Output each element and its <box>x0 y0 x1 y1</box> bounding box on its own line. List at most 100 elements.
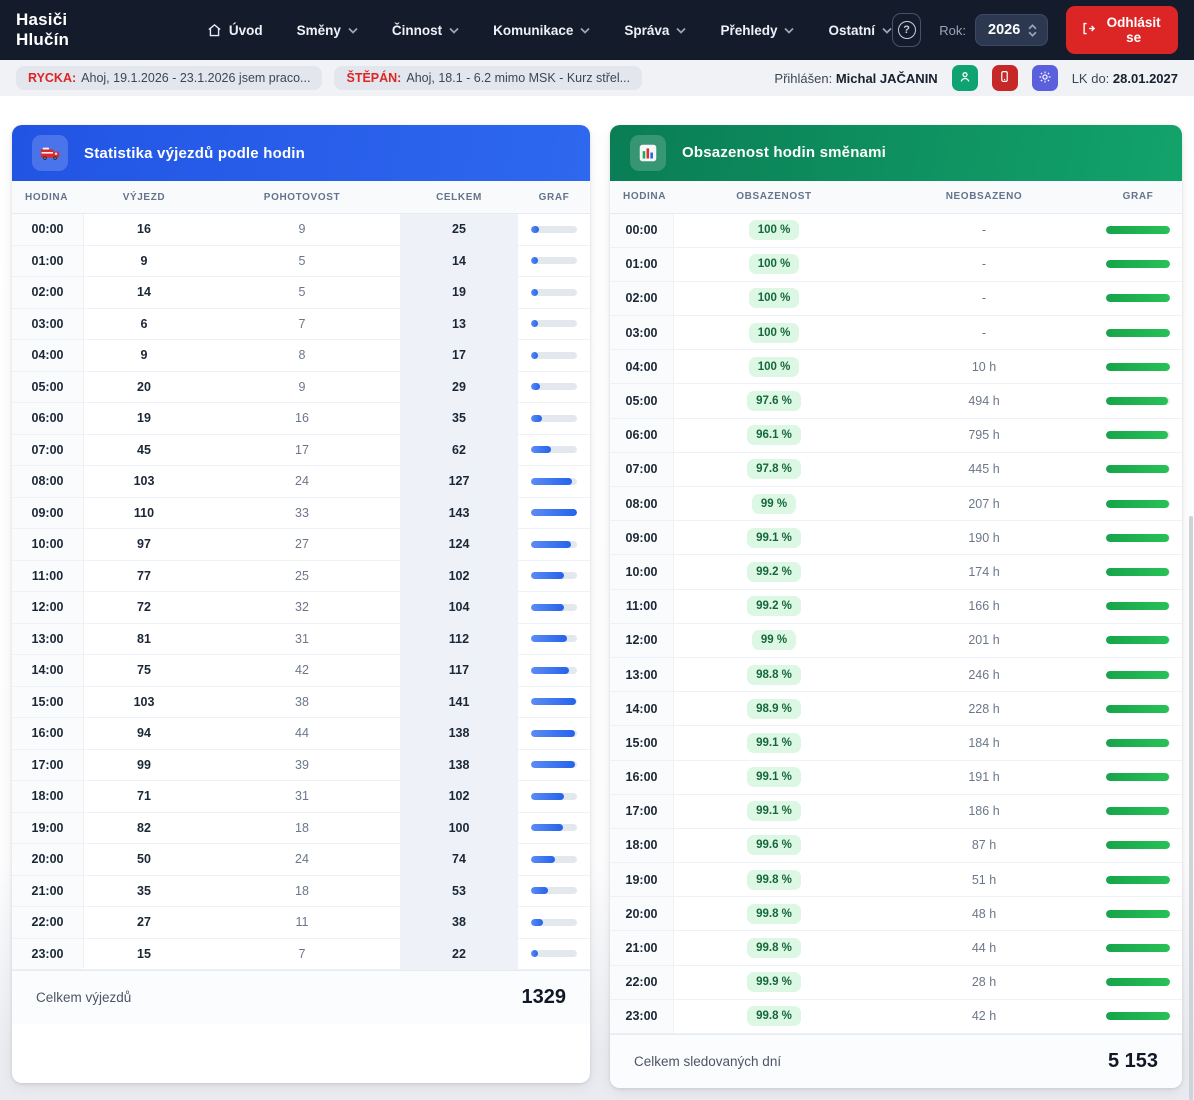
celkem-cell: 112 <box>400 624 518 655</box>
table-row: 17:0099.1 %186 h <box>610 795 1182 829</box>
nav-item-komunikace[interactable]: Komunikace <box>493 23 590 38</box>
progress-fill <box>1106 329 1170 337</box>
nav-item-uvod[interactable]: Úvod <box>207 23 263 38</box>
pohotovost-cell: 44 <box>204 726 400 740</box>
obsazenost-cell: 99.1 % <box>674 801 874 821</box>
progress-fill <box>531 667 569 674</box>
table-row: 13:008131112 <box>12 624 590 656</box>
pohotovost-cell: 16 <box>204 411 400 425</box>
hour-cell: 03:00 <box>610 316 674 349</box>
table-row: 11:007725102 <box>12 561 590 593</box>
graf-cell <box>1094 248 1182 281</box>
progress-track <box>531 509 577 516</box>
progress-track <box>1106 534 1170 542</box>
percentage-badge: 100 % <box>749 220 800 240</box>
chevron-down-icon <box>348 27 358 34</box>
nav-item-cinnost[interactable]: Činnost <box>392 23 459 38</box>
neobsazeno-cell: 795 h <box>874 428 1094 442</box>
graf-cell <box>518 687 590 718</box>
graf-cell <box>518 939 590 970</box>
graf-cell <box>518 340 590 371</box>
nav-item-ostatni[interactable]: Ostatní <box>828 23 892 38</box>
profile-button[interactable] <box>952 65 978 91</box>
table-row: 00:00100 %- <box>610 214 1182 248</box>
year-select[interactable]: 2026 <box>975 14 1048 46</box>
table-row: 19:0099.8 %51 h <box>610 863 1182 897</box>
graf-cell <box>1094 350 1182 383</box>
table-row: 23:0099.8 %42 h <box>610 1000 1182 1034</box>
table-row: 02:00100 %- <box>610 282 1182 316</box>
obsazenost-cell: 99 % <box>674 630 874 650</box>
progress-track <box>531 667 577 674</box>
message-pill-stepan[interactable]: ŠTĚPÁN: Ahoj, 18.1 - 6.2 mimo MSK - Kurz… <box>334 66 642 90</box>
table-row: 07:00451762 <box>12 435 590 467</box>
obsazenost-cell: 99.1 % <box>674 733 874 753</box>
progress-track <box>531 950 577 957</box>
progress-track <box>1106 944 1170 952</box>
progress-fill <box>1106 739 1169 747</box>
progress-track <box>531 257 577 264</box>
progress-track <box>1106 1012 1170 1020</box>
progress-track <box>531 478 577 485</box>
nav-item-sprava[interactable]: Správa <box>624 23 686 38</box>
table-row: 14:007542117 <box>12 655 590 687</box>
table-row: 12:007232104 <box>12 592 590 624</box>
nav-item-smeny[interactable]: Směny <box>297 23 358 38</box>
theme-button[interactable] <box>1032 65 1058 91</box>
left-table-body: 00:001692501:00951402:001451903:00671304… <box>12 214 590 970</box>
neobsazeno-cell: - <box>874 326 1094 340</box>
obsazenost-cell: 100 % <box>674 254 874 274</box>
hour-cell: 17:00 <box>12 750 84 781</box>
progress-track <box>1106 602 1170 610</box>
mobile-button[interactable] <box>992 65 1018 91</box>
graf-cell <box>518 781 590 812</box>
progress-fill <box>1106 431 1168 439</box>
hour-cell: 07:00 <box>610 453 674 486</box>
progress-fill <box>531 289 538 296</box>
vyjezd-cell: 50 <box>84 852 204 866</box>
hour-cell: 14:00 <box>610 692 674 725</box>
hour-cell: 18:00 <box>12 781 84 812</box>
progress-track <box>531 887 577 894</box>
progress-fill <box>1106 841 1170 849</box>
celkem-cell: 14 <box>400 246 518 277</box>
panel-obsazenost-header: Obsazenost hodin směnami <box>610 125 1182 181</box>
obsazenost-cell: 99.2 % <box>674 596 874 616</box>
graf-cell <box>1094 966 1182 999</box>
footer-label: Celkem výjezdů <box>36 990 131 1005</box>
hour-cell: 21:00 <box>610 931 674 964</box>
progress-track <box>531 604 577 611</box>
vyjezd-cell: 77 <box>84 569 204 583</box>
obsazenost-cell: 99.8 % <box>674 904 874 924</box>
graf-cell <box>1094 590 1182 623</box>
neobsazeno-cell: 42 h <box>874 1009 1094 1023</box>
footer-total: 5 153 <box>1108 1050 1158 1073</box>
hour-cell: 22:00 <box>610 966 674 999</box>
celkem-cell: 17 <box>400 340 518 371</box>
vyjezd-cell: 20 <box>84 380 204 394</box>
vyjezd-cell: 9 <box>84 348 204 362</box>
celkem-cell: 22 <box>400 939 518 970</box>
neobsazeno-cell: 28 h <box>874 975 1094 989</box>
table-row: 06:00191635 <box>12 403 590 435</box>
vertical-scrollbar[interactable] <box>1189 516 1193 1100</box>
logout-button[interactable]: Odhlásit se <box>1066 6 1178 54</box>
graf-cell <box>518 655 590 686</box>
celkem-cell: 13 <box>400 309 518 340</box>
graf-cell <box>518 246 590 277</box>
panel-obsazenost-footer: Celkem sledovaných dní 5 153 <box>610 1034 1182 1088</box>
year-value: 2026 <box>988 22 1020 38</box>
hour-cell: 02:00 <box>610 282 674 315</box>
nav-item-prehledy[interactable]: Přehledy <box>720 23 794 38</box>
message-pill-rycka[interactable]: RYCKA: Ahoj, 19.1.2026 - 23.1.2026 jsem … <box>16 66 322 90</box>
graf-cell <box>1094 1000 1182 1033</box>
percentage-badge: 99.8 % <box>747 938 801 958</box>
neobsazeno-cell: 201 h <box>874 633 1094 647</box>
hour-cell: 19:00 <box>12 813 84 844</box>
obsazenost-cell: 99.2 % <box>674 562 874 582</box>
help-button[interactable]: ? <box>892 13 921 47</box>
table-row: 22:0099.9 %28 h <box>610 966 1182 1000</box>
neobsazeno-cell: 51 h <box>874 873 1094 887</box>
hour-cell: 04:00 <box>12 340 84 371</box>
neobsazeno-cell: 445 h <box>874 462 1094 476</box>
